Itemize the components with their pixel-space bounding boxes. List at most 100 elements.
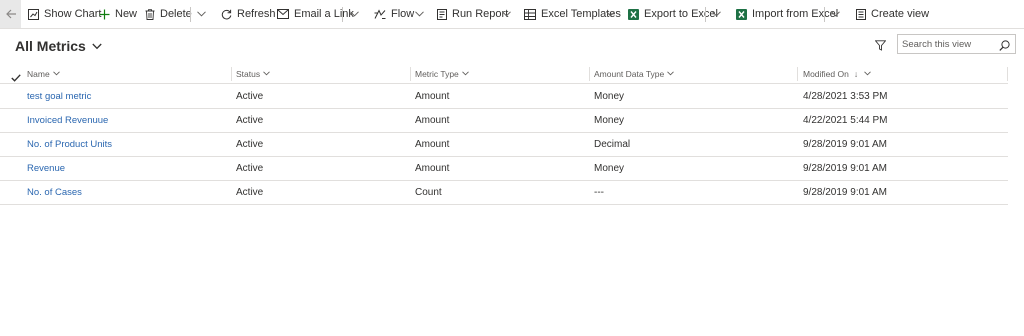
status-cell: Active (236, 91, 264, 102)
run-report-button[interactable]: Run Report (437, 0, 508, 28)
status-cell: Active (236, 115, 264, 126)
delete-button[interactable]: Delete (145, 0, 192, 28)
chevron-down-icon (92, 43, 102, 49)
column-header-label: Amount Data Type (594, 68, 665, 79)
modified-on-cell: 9/28/2019 9:01 AM (803, 163, 887, 174)
delete-more-chevron[interactable] (197, 0, 206, 28)
modified-on-cell: 4/28/2021 3:53 PM (803, 91, 888, 102)
column-divider[interactable] (589, 67, 590, 81)
toolbar-separator (824, 7, 825, 22)
column-header-name[interactable]: Name (27, 64, 60, 83)
chevron-down-icon (606, 11, 615, 17)
table-row[interactable]: Invoiced Revenuue Active Amount Money 4/… (0, 109, 1008, 133)
column-header-modified-on[interactable]: Modified On ↓ (803, 64, 871, 83)
refresh-icon (221, 9, 232, 19)
column-header-label: Metric Type (415, 68, 459, 79)
column-divider[interactable] (1007, 67, 1008, 81)
import-excel-button[interactable]: Import from Excel (736, 0, 838, 28)
table-row[interactable]: No. of Cases Active Count --- 9/28/2019 … (0, 181, 1008, 205)
amount-data-type-cell: Decimal (594, 139, 631, 150)
column-header-status[interactable]: Status (236, 64, 270, 83)
run-report-chevron[interactable] (502, 0, 511, 28)
report-icon (437, 8, 447, 20)
import-excel-label: Import from Excel (752, 8, 839, 20)
amount-data-type-cell: Money (594, 163, 625, 174)
view-selector[interactable]: All Metrics (15, 37, 102, 55)
checkmark-icon (11, 74, 21, 82)
excel-template-icon (524, 8, 536, 20)
table-row[interactable]: Revenue Active Amount Money 9/28/2019 9:… (0, 157, 1008, 181)
search-box (897, 34, 1016, 54)
flow-button[interactable]: Flow (374, 0, 414, 28)
email-icon (277, 9, 289, 19)
amount-data-type-cell: Money (594, 91, 625, 102)
toolbar-separator (705, 7, 706, 22)
column-divider[interactable] (797, 67, 798, 81)
chart-icon (28, 8, 39, 20)
status-cell: Active (236, 163, 264, 174)
table-row[interactable]: No. of Product Units Active Amount Decim… (0, 133, 1008, 157)
column-header-metric-type[interactable]: Metric Type (415, 64, 469, 83)
name-cell-link[interactable]: test goal metric (27, 85, 91, 108)
search-input[interactable] (902, 37, 994, 51)
chevron-down-icon (712, 11, 721, 17)
new-label: New (115, 8, 138, 20)
refresh-label: Refresh (237, 8, 276, 20)
search-button[interactable] (999, 38, 1010, 56)
metric-type-cell: Amount (415, 91, 450, 102)
modified-on-cell: 9/28/2019 9:01 AM (803, 139, 887, 150)
chevron-down-icon (263, 71, 270, 76)
show-chart-button[interactable]: Show Chart (28, 0, 101, 28)
name-cell-link[interactable]: No. of Cases (27, 181, 82, 204)
modified-on-cell: 9/28/2019 9:01 AM (803, 187, 887, 198)
export-excel-label: Export to Excel (644, 8, 718, 20)
email-more-chevron[interactable] (350, 0, 359, 28)
status-cell: Active (236, 187, 264, 198)
flow-label: Flow (391, 8, 415, 20)
flow-icon (374, 8, 386, 19)
create-view-label: Create view (871, 8, 930, 20)
create-view-button[interactable]: Create view (856, 0, 929, 28)
page-title: All Metrics (15, 38, 86, 54)
show-chart-label: Show Chart (44, 8, 102, 20)
name-cell-link[interactable]: Invoiced Revenuue (27, 109, 108, 132)
modified-on-cell: 4/22/2021 5:44 PM (803, 115, 888, 126)
refresh-button[interactable]: Refresh (221, 0, 276, 28)
amount-data-type-cell: Money (594, 115, 625, 126)
excel-templates-chevron[interactable] (606, 0, 615, 28)
trash-icon (145, 8, 155, 20)
column-divider[interactable] (231, 67, 232, 81)
name-cell-link[interactable]: No. of Product Units (27, 133, 112, 156)
amount-data-type-cell: --- (594, 187, 604, 198)
filter-button[interactable] (874, 38, 887, 56)
chevron-down-icon (415, 11, 424, 17)
column-header-label: Modified On (803, 68, 849, 79)
column-header-label: Name (27, 68, 50, 79)
toolbar-separator (342, 7, 343, 22)
table-row[interactable]: test goal metric Active Amount Money 4/2… (0, 85, 1008, 109)
column-divider[interactable] (410, 67, 411, 81)
chevron-down-icon (461, 71, 469, 76)
chevron-down-icon (831, 11, 840, 17)
flow-chevron[interactable] (415, 0, 424, 28)
metric-type-cell: Amount (415, 115, 450, 126)
delete-label: Delete (160, 8, 192, 20)
plus-icon (99, 9, 110, 19)
back-button[interactable] (0, 0, 21, 28)
export-excel-chevron[interactable] (712, 0, 721, 28)
search-icon (999, 40, 1010, 51)
excel-import-icon (736, 8, 747, 20)
chevron-down-icon (864, 71, 871, 76)
new-button[interactable]: New (99, 0, 137, 28)
column-header-amount-data-type[interactable]: Amount Data Type (594, 64, 675, 83)
column-header-label: Status (236, 68, 261, 79)
run-report-label: Run Report (452, 8, 509, 20)
excel-export-icon (628, 8, 639, 20)
import-excel-chevron[interactable] (831, 0, 840, 28)
back-arrow-icon (5, 9, 16, 19)
name-cell-link[interactable]: Revenue (27, 157, 65, 180)
chevron-down-icon (667, 71, 675, 76)
chevron-down-icon (197, 11, 206, 17)
status-cell: Active (236, 139, 264, 150)
sort-descending-icon: ↓ (853, 68, 859, 79)
